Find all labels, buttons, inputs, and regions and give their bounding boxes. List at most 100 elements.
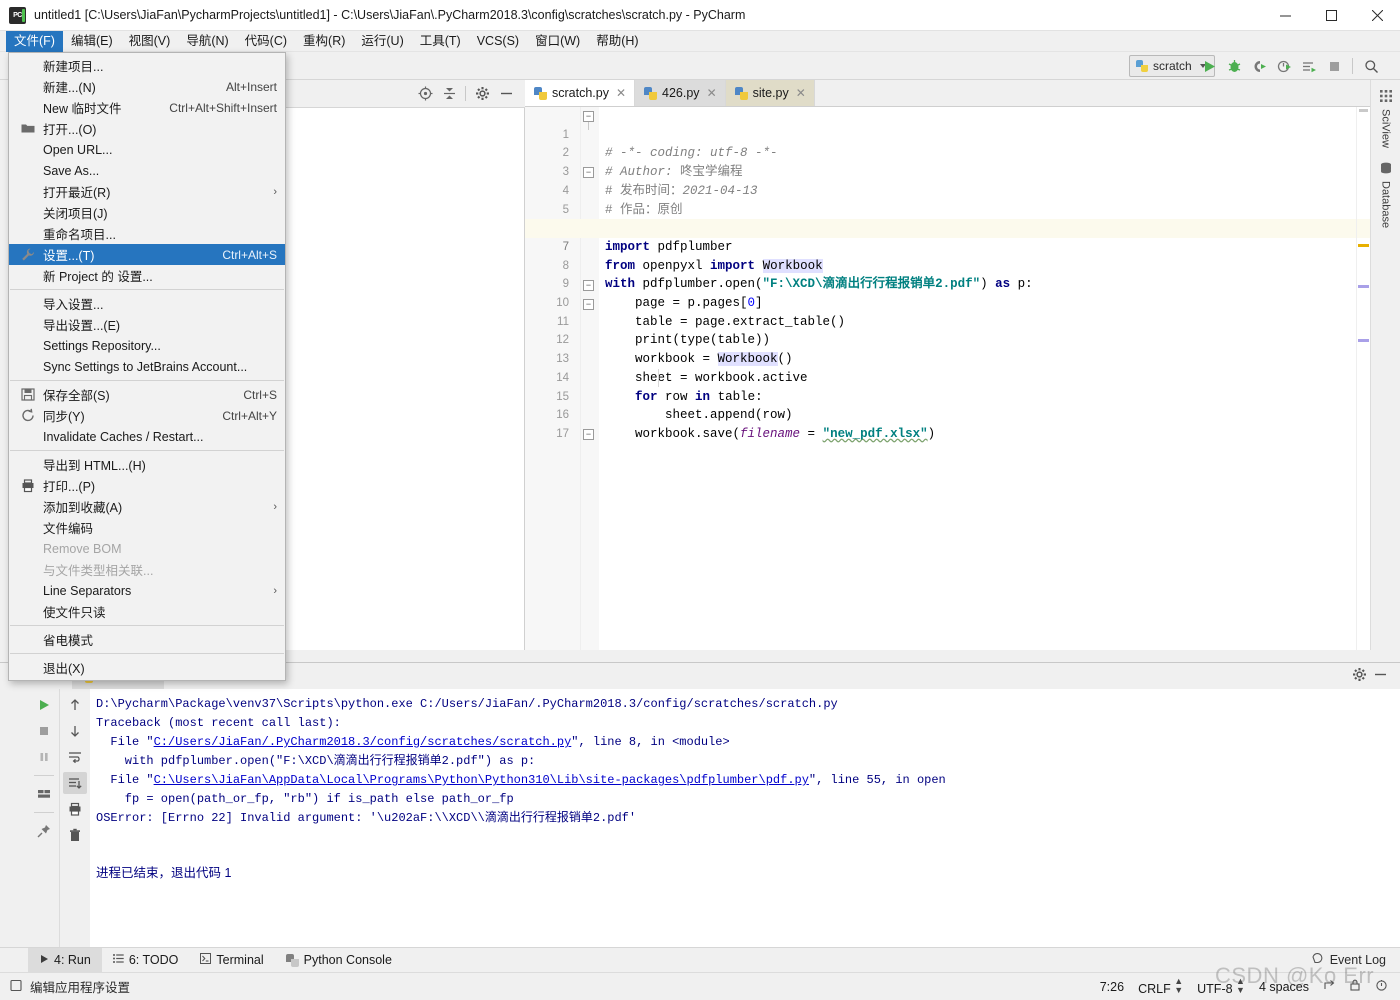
layout-icon[interactable] xyxy=(32,783,56,805)
file-menu-item-label: 添加到收藏(A) xyxy=(43,501,123,515)
bottom-item-todo[interactable]: 6: TODO xyxy=(102,948,190,973)
bottom-item-run[interactable]: 4: Run xyxy=(28,947,102,973)
file-menu-item[interactable]: 导出到 HTML...(H) xyxy=(9,454,285,475)
file-menu-item[interactable]: 同步(Y) Ctrl+Alt+Y xyxy=(9,405,285,426)
file-menu-item[interactable]: 导入设置... xyxy=(9,293,285,314)
bottom-item-terminal[interactable]: Terminal xyxy=(189,948,274,973)
scrollbar-thumb[interactable] xyxy=(1359,109,1368,112)
profile-icon[interactable] xyxy=(1273,55,1295,77)
editor-tab-label: 426.py xyxy=(662,86,700,100)
gear-icon[interactable] xyxy=(471,83,493,105)
right-strip-item-database[interactable]: Database xyxy=(1371,162,1400,228)
menu-window[interactable]: 窗口(W) xyxy=(527,31,588,52)
pause-icon[interactable] xyxy=(32,746,56,768)
file-menu-item[interactable]: 设置...(T) Ctrl+Alt+S xyxy=(9,244,285,265)
file-menu-item[interactable]: Invalidate Caches / Restart... xyxy=(9,426,285,447)
minimize-button[interactable] xyxy=(1262,0,1308,31)
menu-edit[interactable]: 编辑(E) xyxy=(63,31,121,52)
console-file-link[interactable]: C:/Users/JiaFan/.PyCharm2018.3/config/sc… xyxy=(154,735,572,749)
file-menu-item[interactable]: Settings Repository... xyxy=(9,335,285,356)
gear-icon[interactable] xyxy=(1352,667,1367,685)
file-menu-item[interactable]: 导出设置...(E) xyxy=(9,314,285,335)
close-button[interactable] xyxy=(1354,0,1400,31)
hide-panel-icon[interactable] xyxy=(495,83,517,105)
run-with-console-icon[interactable] xyxy=(1298,55,1320,77)
hide-panel-icon[interactable] xyxy=(1373,667,1388,685)
editor-scrollbar[interactable] xyxy=(1356,107,1371,650)
indent-selector[interactable]: 4 spaces xyxy=(1259,980,1309,994)
collapse-all-icon[interactable] xyxy=(438,83,460,105)
file-menu-item[interactable]: Open URL... xyxy=(9,139,285,160)
print-icon[interactable] xyxy=(63,798,87,820)
stop-icon[interactable] xyxy=(1323,55,1345,77)
run-coverage-icon[interactable] xyxy=(1248,55,1270,77)
vcs-icon[interactable] xyxy=(1323,979,1335,994)
menu-vcs[interactable]: VCS(S) xyxy=(469,31,527,52)
info-marker[interactable] xyxy=(1358,285,1369,288)
locate-icon[interactable] xyxy=(414,83,436,105)
file-menu-item[interactable]: Save As... xyxy=(9,160,285,181)
console-file-link[interactable]: C:\Users\JiaFan\AppData\Local\Programs\P… xyxy=(154,773,809,787)
soft-wrap-icon[interactable] xyxy=(63,746,87,768)
event-log-button[interactable]: Event Log xyxy=(1312,952,1400,968)
close-tab-icon[interactable]: ✕ xyxy=(796,86,806,100)
file-menu-item[interactable]: 新建项目... xyxy=(9,55,285,76)
menu-file[interactable]: 文件(F) xyxy=(6,30,63,52)
file-menu-item[interactable]: Line Separators › xyxy=(9,580,285,601)
menu-navigate[interactable]: 导航(N) xyxy=(178,31,236,52)
warning-marker[interactable] xyxy=(1358,244,1369,247)
debug-icon[interactable] xyxy=(1223,55,1245,77)
close-tab-icon[interactable]: ✕ xyxy=(616,86,626,100)
file-menu-item[interactable]: 重命名项目... xyxy=(9,223,285,244)
file-menu-item[interactable]: 退出(X) xyxy=(9,657,285,678)
rerun-icon[interactable] xyxy=(32,694,56,716)
file-menu-item[interactable]: 文件编码 xyxy=(9,517,285,538)
pin-icon[interactable] xyxy=(32,820,56,842)
down-icon[interactable] xyxy=(63,720,87,742)
file-menu-item-label: 新建项目... xyxy=(43,60,104,74)
trash-icon[interactable] xyxy=(63,824,87,846)
menu-code[interactable]: 代码(C) xyxy=(237,31,295,52)
scroll-to-end-icon[interactable] xyxy=(63,772,87,794)
code-editor[interactable]: − − − − − − 1 # -*- coding: utf-8 -*- 2 … xyxy=(525,107,1370,650)
file-menu-item[interactable]: 打开最近(R) › xyxy=(9,181,285,202)
file-menu-item[interactable]: 关闭项目(J) xyxy=(9,202,285,223)
editor-tab-scratch[interactable]: scratch.py ✕ xyxy=(525,80,636,106)
file-menu-item[interactable]: Sync Settings to JetBrains Account... xyxy=(9,356,285,377)
editor-tab-bar: scratch.py ✕ 426.py ✕ site.py ✕ xyxy=(525,80,1370,107)
up-icon[interactable] xyxy=(63,694,87,716)
line-separator-selector[interactable]: CRLF ▲ ▼ xyxy=(1138,977,1183,997)
run-console-output[interactable]: D:\Pycharm\Package\venv37\Scripts\python… xyxy=(90,689,1400,948)
menu-bar: 文件(F) 编辑(E) 视图(V) 导航(N) 代码(C) 重构(R) 运行(U… xyxy=(0,30,1400,52)
menu-view[interactable]: 视图(V) xyxy=(121,31,179,52)
file-menu-item[interactable]: 省电模式 xyxy=(9,629,285,650)
maximize-button[interactable] xyxy=(1308,0,1354,31)
menu-run[interactable]: 运行(U) xyxy=(353,31,411,52)
file-menu-item[interactable]: 新建...(N) Alt+Insert xyxy=(9,76,285,97)
file-menu-item[interactable]: New 临时文件 Ctrl+Alt+Shift+Insert xyxy=(9,97,285,118)
file-menu-item[interactable]: 打印...(P) xyxy=(9,475,285,496)
caret-position[interactable]: 7:26 xyxy=(1100,980,1124,994)
bottom-item-python-console[interactable]: Python Console xyxy=(275,948,403,973)
run-icon[interactable] xyxy=(1198,55,1220,77)
notification-icon[interactable] xyxy=(1375,979,1388,995)
right-strip-item-sciview[interactable]: SciView xyxy=(1371,90,1400,148)
stop-icon[interactable] xyxy=(32,720,56,742)
search-icon[interactable] xyxy=(1360,55,1382,77)
file-menu-item[interactable]: 新 Project 的 设置... xyxy=(9,265,285,286)
info-marker[interactable] xyxy=(1358,339,1369,342)
file-menu-item[interactable]: 保存全部(S) Ctrl+S xyxy=(9,384,285,405)
menu-tools[interactable]: 工具(T) xyxy=(412,31,469,52)
file-menu-item[interactable]: 添加到收藏(A) › xyxy=(9,496,285,517)
menu-help[interactable]: 帮助(H) xyxy=(588,31,646,52)
encoding-selector[interactable]: UTF-8 ▲ ▼ xyxy=(1197,977,1245,997)
editor-tab-site[interactable]: site.py ✕ xyxy=(725,80,815,106)
close-tab-icon[interactable]: ✕ xyxy=(707,86,717,100)
file-menu-item[interactable]: 打开...(O) xyxy=(9,118,285,139)
status-bar-left[interactable]: 编辑应用程序设置 xyxy=(0,977,130,996)
lock-icon[interactable] xyxy=(1349,979,1361,994)
menu-refactor[interactable]: 重构(R) xyxy=(295,31,353,52)
editor-tab-426[interactable]: 426.py ✕ xyxy=(635,80,726,106)
file-menu-item[interactable]: 使文件只读 xyxy=(9,601,285,622)
